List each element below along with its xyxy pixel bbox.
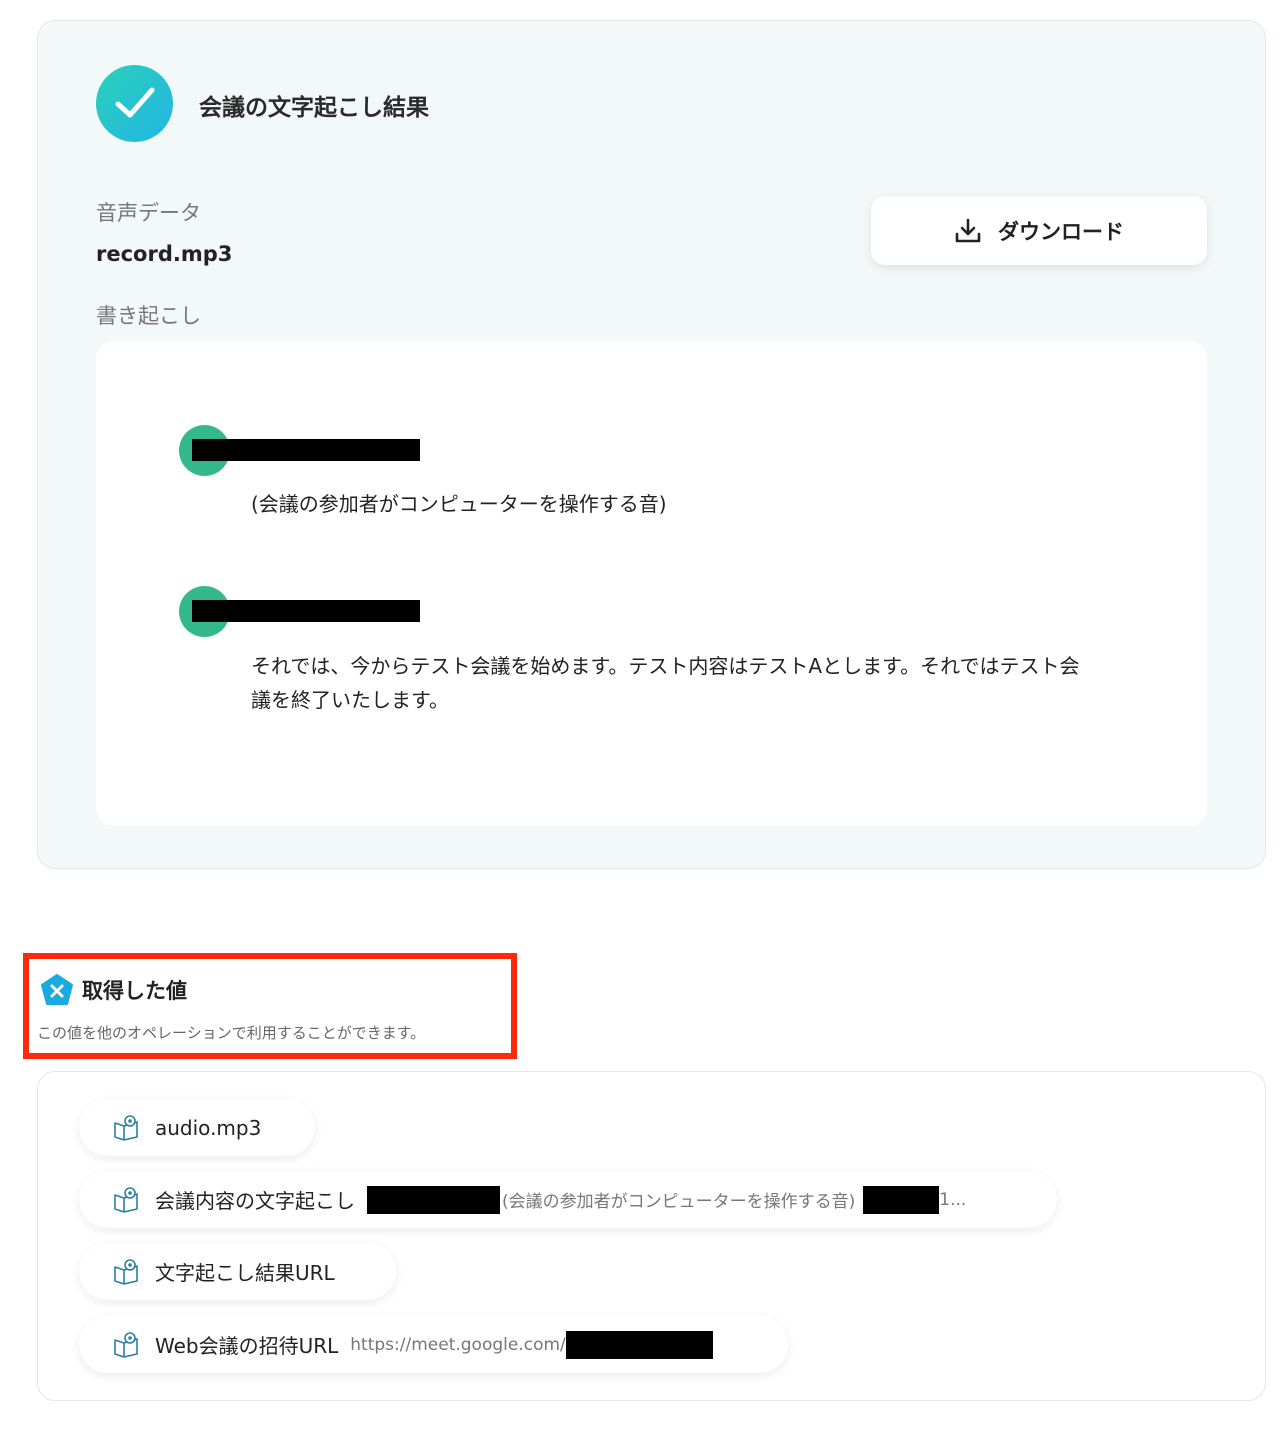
- highlight-box: [23, 953, 517, 1059]
- redacted-speaker-name: [192, 439, 420, 461]
- utterance-text: (会議の参加者がコンピューターを操作する音): [251, 492, 667, 516]
- book-eye-icon: [114, 1331, 138, 1358]
- value-chip-preview: (会議の参加者がコンピューターを操作する音) 1...: [367, 1185, 967, 1214]
- value-chip-transcript[interactable]: 会議内容の文字起こし (会議の参加者がコンピューターを操作する音) 1...: [79, 1171, 1057, 1228]
- value-chip-tail: 1...: [939, 1189, 967, 1210]
- book-eye-icon: [114, 1186, 138, 1213]
- audio-data-label: 音声データ: [96, 201, 201, 225]
- value-chip-name: 文字起こし結果URL: [155, 1261, 335, 1285]
- value-chip-name: 会議内容の文字起こし: [155, 1189, 355, 1213]
- pentagon-x-icon: [41, 974, 73, 1005]
- value-chip-value: https://meet.google.com/: [350, 1334, 566, 1355]
- redacted-speaker-name: [192, 600, 420, 622]
- value-chip-preview: https://meet.google.com/: [350, 1330, 713, 1359]
- transcript-box: (会議の参加者がコンピューターを操作する音) それでは、今からテスト会議を始めま…: [96, 341, 1207, 826]
- result-title: 会議の文字起こし結果: [199, 95, 429, 121]
- value-chip-result-url[interactable]: 文字起こし結果URL: [79, 1243, 396, 1300]
- redacted-block: [367, 1185, 500, 1214]
- value-chip-value: (会議の参加者がコンピューターを操作する音): [502, 1192, 856, 1212]
- download-button[interactable]: ダウンロード: [871, 196, 1207, 265]
- value-chip-name: audio.mp3: [155, 1115, 262, 1140]
- book-eye-icon: [114, 1258, 138, 1285]
- redacted-block: [863, 1185, 940, 1214]
- transcript-label: 書き起こし: [96, 304, 201, 328]
- transcription-result-card: 会議の文字起こし結果 音声データ record.mp3 書き起こし ダウンロード…: [37, 20, 1266, 869]
- book-eye-icon: [114, 1114, 138, 1141]
- value-chip-name: Web会議の招待URL: [155, 1334, 339, 1358]
- audio-file-name: record.mp3: [96, 242, 233, 266]
- redacted-block: [565, 1330, 713, 1359]
- check-icon: [96, 65, 173, 142]
- acquired-values-subtitle: この値を他のオペレーションで利用することができます。: [37, 1024, 426, 1042]
- utterance-line: それでは、今からテスト会議を始めます。テスト内容はテストAとします。それではテス…: [251, 654, 1080, 678]
- value-chip-invite-url[interactable]: Web会議の招待URL https://meet.google.com/: [79, 1316, 788, 1373]
- utterance-line: 議を終了いたします。: [251, 688, 449, 712]
- download-label: ダウンロード: [998, 219, 1124, 244]
- download-icon: [955, 218, 981, 242]
- utterance-text: それでは、今からテスト会議を始めます。テスト内容はテストAとします。それではテス…: [251, 649, 1079, 717]
- acquired-values-title: 取得した値: [82, 979, 187, 1003]
- value-chip-audio[interactable]: audio.mp3: [79, 1099, 315, 1156]
